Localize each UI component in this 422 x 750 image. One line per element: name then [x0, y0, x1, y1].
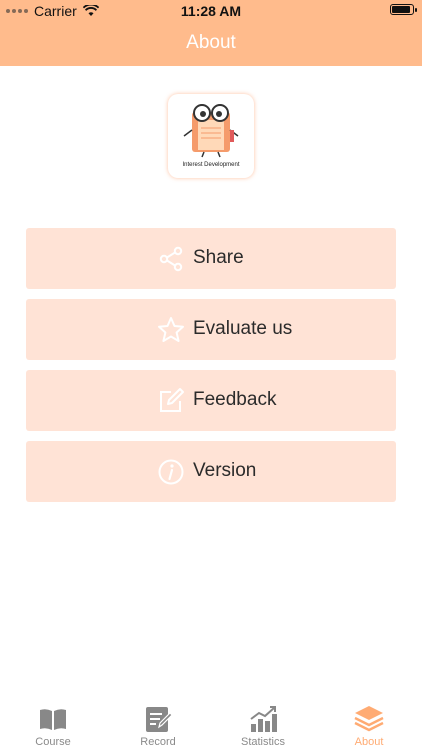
tab-record-label: Record	[140, 736, 176, 748]
tab-bar: Course Record Statistics About	[0, 700, 422, 750]
version-label: Version	[193, 460, 257, 481]
evaluate-us-button[interactable]: Evaluate us	[26, 299, 396, 360]
status-time: 11:28 AM	[180, 3, 242, 19]
share-button[interactable]: Share	[26, 228, 396, 289]
mascot-icon	[183, 104, 239, 158]
feedback-label: Feedback	[193, 389, 277, 410]
record-icon	[146, 707, 173, 732]
battery-icon	[390, 4, 417, 15]
tab-record[interactable]: Record	[123, 700, 193, 750]
statistics-icon	[250, 706, 277, 732]
page-title: About	[186, 32, 236, 53]
nav-header: Carrier 11:28 AM About	[0, 0, 422, 66]
feedback-button[interactable]: Feedback	[26, 370, 396, 431]
share-icon	[159, 246, 183, 272]
version-button[interactable]: Version	[26, 441, 396, 502]
tab-course-label: Course	[35, 736, 71, 748]
info-icon	[158, 459, 184, 485]
share-label: Share	[193, 247, 244, 268]
tab-about-label: About	[354, 736, 384, 748]
status-bar: Carrier 11:28 AM	[0, 0, 422, 22]
tab-statistics[interactable]: Statistics	[228, 700, 298, 750]
app-logo: Interest Development	[168, 94, 254, 178]
layers-icon	[354, 706, 384, 732]
app-logo-caption: Interest Development	[182, 162, 240, 168]
book-icon	[40, 709, 66, 730]
edit-icon	[160, 388, 184, 412]
tab-statistics-label: Statistics	[240, 736, 285, 748]
star-icon	[158, 317, 184, 342]
evaluate-us-label: Evaluate us	[193, 318, 293, 339]
tab-course[interactable]: Course	[18, 700, 88, 750]
tab-about[interactable]: About	[334, 700, 404, 750]
